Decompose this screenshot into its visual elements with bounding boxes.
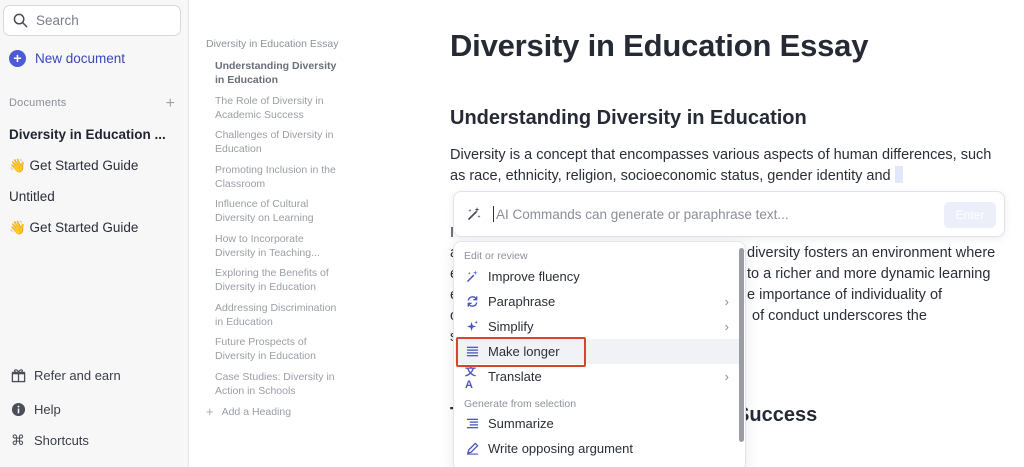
outline-item[interactable]: Case Studies: Diversity in Action in Sch… bbox=[206, 370, 346, 398]
plus-icon: + bbox=[206, 404, 214, 419]
chevron-right-icon: › bbox=[724, 294, 729, 309]
bg-text-fragment: diversity fosters an environment where bbox=[747, 245, 996, 261]
menu-item-label: Translate bbox=[488, 369, 542, 384]
enter-button[interactable]: Enter bbox=[944, 202, 996, 228]
text-selection bbox=[894, 166, 903, 183]
document-outline: Diversity in Education Essay Understandi… bbox=[206, 38, 346, 419]
sparkle-icon bbox=[465, 270, 479, 284]
outline-item[interactable]: Promoting Inclusion in the Classroom bbox=[206, 163, 346, 191]
outline-item[interactable]: Exploring the Benefits of Diversity in E… bbox=[206, 266, 346, 294]
bg-text-fragment: of conduct underscores the bbox=[752, 308, 927, 324]
translate-icon: 文A bbox=[465, 365, 476, 391]
outline-item[interactable]: Challenges of Diversity in Education bbox=[206, 128, 346, 156]
menu-item-label: Summarize bbox=[488, 416, 554, 431]
outline-title[interactable]: Diversity in Education Essay bbox=[206, 38, 346, 50]
chevron-right-icon: › bbox=[724, 319, 729, 334]
menu-scrollbar[interactable] bbox=[739, 248, 744, 442]
menu-section-label: Generate from selection bbox=[464, 398, 577, 410]
menu-item-write-opposing-argument[interactable]: Write opposing argument bbox=[455, 436, 739, 461]
shortcuts-label: Shortcuts bbox=[34, 432, 89, 448]
outline-item[interactable]: Addressing Discrimination in Education bbox=[206, 301, 346, 329]
outline-item[interactable]: Understanding Diversity in Education bbox=[206, 59, 346, 87]
bg-text-fragment: to a richer and more dynamic learning bbox=[747, 266, 991, 282]
outline-item[interactable]: Influence of Cultural Diversity on Learn… bbox=[206, 197, 346, 225]
info-icon bbox=[10, 401, 26, 417]
menu-item-label: Simplify bbox=[488, 319, 534, 334]
menu-item-translate[interactable]: 文A Translate › bbox=[455, 364, 739, 391]
menu-item-make-longer[interactable]: Make longer bbox=[455, 339, 739, 364]
document-item[interactable]: 👋 Get Started Guide bbox=[9, 220, 138, 236]
outline-item[interactable]: How to Incorporate Diversity in Teaching… bbox=[206, 232, 346, 260]
documents-header-label: Documents bbox=[9, 97, 67, 109]
sidebar: Search + New document Documents + Divers… bbox=[0, 0, 189, 467]
help-link[interactable]: Help bbox=[10, 401, 61, 417]
text-caret bbox=[493, 206, 494, 222]
new-document-button[interactable]: + New document bbox=[9, 50, 125, 67]
search-placeholder: Search bbox=[36, 13, 79, 28]
add-document-icon[interactable]: + bbox=[166, 95, 175, 111]
section-heading[interactable]: Understanding Diversity in Education bbox=[450, 107, 807, 130]
outline-item[interactable]: Future Prospects of Diversity in Educati… bbox=[206, 335, 346, 363]
search-icon bbox=[13, 13, 28, 28]
menu-item-improve-fluency[interactable]: Improve fluency bbox=[455, 264, 739, 289]
chevron-right-icon: › bbox=[724, 369, 729, 384]
outline-item[interactable]: The Role of Diversity in Academic Succes… bbox=[206, 94, 346, 122]
refer-and-earn-link[interactable]: Refer and earn bbox=[10, 367, 121, 383]
refer-label: Refer and earn bbox=[34, 367, 121, 383]
refresh-icon bbox=[465, 295, 479, 309]
add-heading-button[interactable]: + Add a Heading bbox=[206, 404, 346, 419]
ai-command-bar[interactable]: AI Commands can generate or paraphrase t… bbox=[453, 191, 1005, 237]
pencil-icon bbox=[465, 442, 479, 456]
menu-item-label: Paraphrase bbox=[488, 294, 556, 309]
document-item[interactable]: 👋 Get Started Guide bbox=[9, 158, 138, 174]
document-item[interactable]: Diversity in Education ... bbox=[9, 127, 166, 142]
document-item[interactable]: Untitled bbox=[9, 189, 55, 204]
menu-item-paraphrase[interactable]: Paraphrase › bbox=[455, 289, 739, 314]
menu-item-simplify[interactable]: Simplify › bbox=[455, 314, 739, 339]
lines-icon bbox=[465, 345, 479, 359]
search-input[interactable]: Search bbox=[3, 5, 181, 36]
menu-item-label: Write opposing argument bbox=[488, 441, 634, 456]
shortcuts-link[interactable]: ⌘ Shortcuts bbox=[10, 432, 89, 448]
stars-icon bbox=[465, 320, 479, 334]
menu-item-summarize[interactable]: Summarize bbox=[455, 411, 739, 436]
menu-section-label: Edit or review bbox=[464, 250, 528, 262]
command-icon: ⌘ bbox=[11, 431, 25, 448]
menu-item-label: Improve fluency bbox=[488, 269, 580, 284]
documents-header: Documents + bbox=[9, 95, 175, 111]
new-document-label: New document bbox=[35, 51, 126, 66]
add-heading-label: Add a Heading bbox=[221, 405, 292, 418]
menu-item-label: Make longer bbox=[488, 344, 560, 359]
plus-icon: + bbox=[9, 50, 26, 67]
ai-command-menu: Edit or review Improve fluency Paraphras… bbox=[453, 241, 746, 467]
gift-icon bbox=[10, 367, 26, 383]
paragraph-text: Diversity is a concept that encompasses … bbox=[450, 147, 992, 184]
document-title[interactable]: Diversity in Education Essay bbox=[450, 28, 868, 64]
ai-command-input[interactable]: AI Commands can generate or paraphrase t… bbox=[496, 207, 789, 222]
paragraph[interactable]: Diversity is a concept that encompasses … bbox=[450, 145, 1010, 187]
bg-text-fragment: e importance of individuality of bbox=[747, 287, 943, 303]
magic-wand-icon bbox=[468, 207, 481, 220]
list-icon bbox=[465, 417, 479, 431]
help-label: Help bbox=[34, 401, 61, 417]
